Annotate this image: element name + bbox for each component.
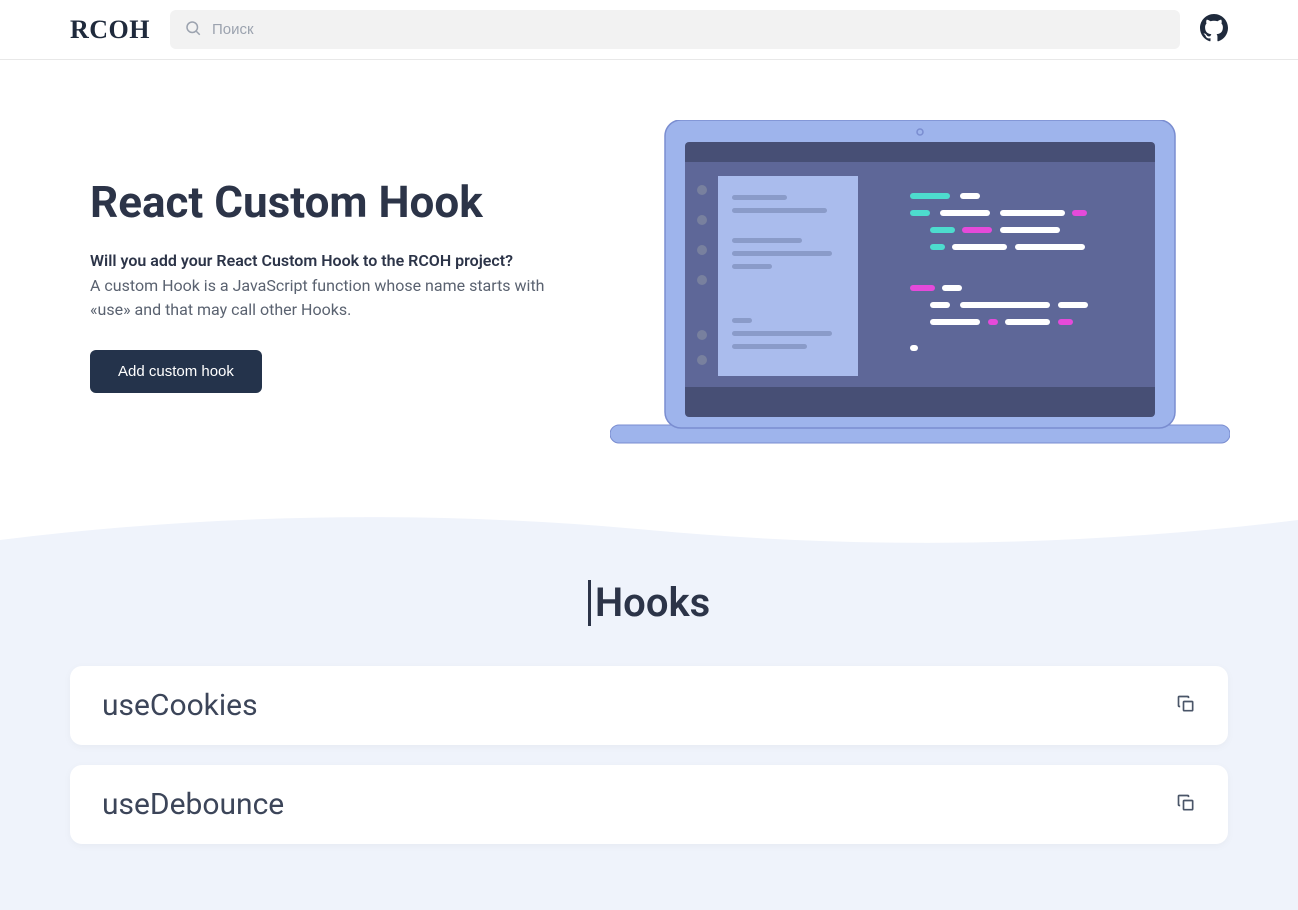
wave-divider (0, 490, 1298, 570)
section-heading-wrap: Hooks (70, 580, 1228, 626)
hero-section: React Custom Hook Will you add your Reac… (0, 60, 1298, 490)
hero-subtitle: Will you add your React Custom Hook to t… (90, 251, 570, 270)
copy-icon[interactable] (1176, 793, 1196, 817)
hook-card[interactable]: useDebounce (70, 765, 1228, 844)
hook-name: useCookies (102, 688, 258, 723)
laptop-illustration (610, 120, 1230, 450)
hero-title: React Custom Hook (90, 177, 570, 228)
header: RCOH (0, 0, 1298, 60)
logo[interactable]: RCOH (70, 15, 150, 45)
github-icon (1200, 14, 1228, 46)
hero-description: A custom Hook is a JavaScript function w… (90, 274, 570, 322)
hooks-heading: Hooks (588, 580, 710, 626)
add-custom-hook-button[interactable]: Add custom hook (90, 350, 262, 393)
github-link[interactable] (1200, 14, 1228, 46)
search-wrapper (170, 10, 1180, 49)
copy-icon[interactable] (1176, 694, 1196, 718)
hero-text: React Custom Hook Will you add your Reac… (90, 177, 570, 394)
hook-name: useDebounce (102, 787, 284, 822)
hook-card[interactable]: useCookies (70, 666, 1228, 745)
hooks-section: Hooks useCookies useDebounce (0, 570, 1298, 910)
hero-illustration (610, 120, 1230, 450)
search-input[interactable] (170, 10, 1180, 49)
